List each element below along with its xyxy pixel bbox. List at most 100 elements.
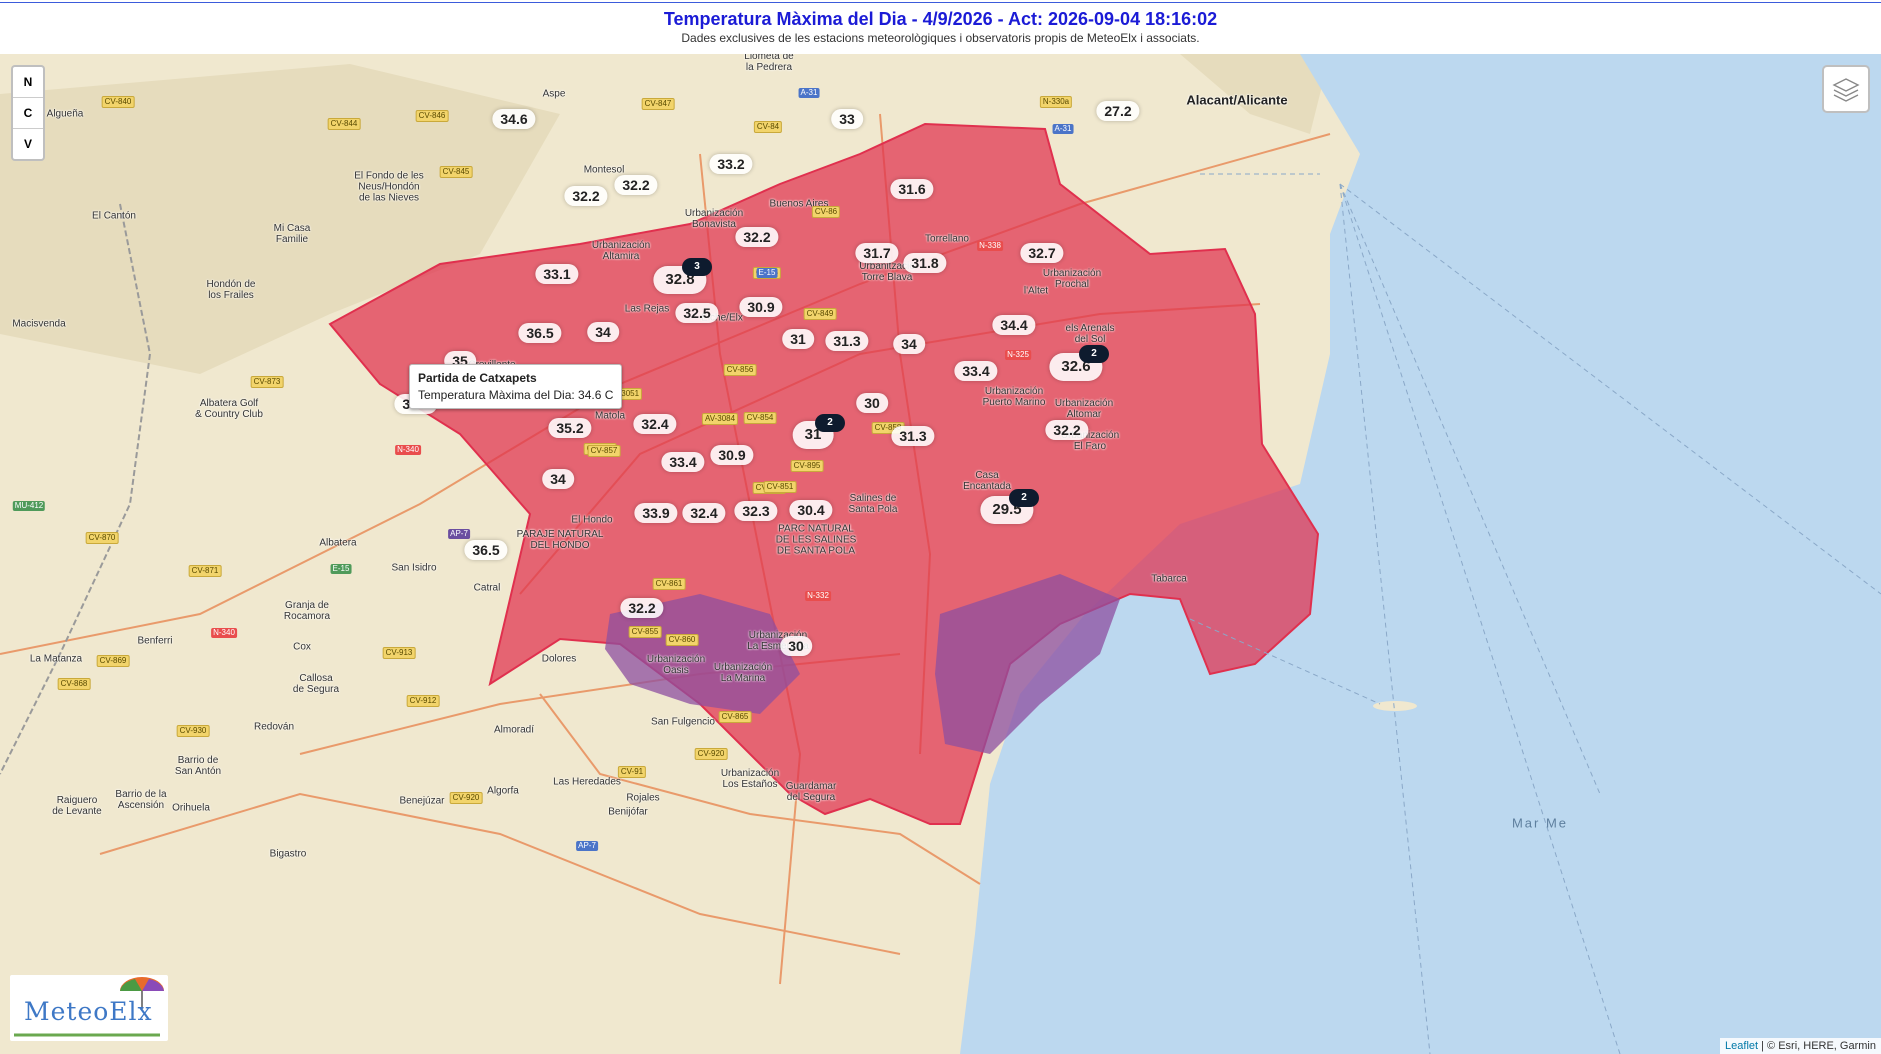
- temperature-marker[interactable]: 33: [831, 109, 863, 129]
- road-shield: N-340: [211, 628, 237, 638]
- road-shield: CV-861: [652, 578, 686, 590]
- place-label-granja: Granja de Rocamora: [283, 600, 331, 622]
- temperature-marker[interactable]: 33.4: [954, 361, 998, 381]
- cluster-count-badge[interactable]: 3: [682, 258, 712, 276]
- temperature-marker[interactable]: 35.2: [548, 418, 592, 438]
- place-label-alguena: Algueña: [46, 108, 84, 120]
- place-label-bonavista: Urbanización Bonavista: [684, 208, 744, 230]
- attribution-text: | © Esri, HERE, Garmin: [1758, 1040, 1876, 1052]
- place-label-montesol: Montesol: [583, 164, 625, 176]
- temperature-marker[interactable]: 32.3: [734, 501, 778, 521]
- temperature-marker[interactable]: 32.2: [620, 598, 664, 618]
- place-label-callosa: Callosa de Segura: [292, 673, 340, 695]
- place-label-hondo_park: PARAJE NATURAL DEL HONDO: [516, 529, 604, 551]
- temperature-marker[interactable]: 32.4: [682, 503, 726, 523]
- road-shield: CV-855: [628, 626, 662, 638]
- temperature-marker[interactable]: 32.5: [675, 303, 719, 323]
- leaflet-link[interactable]: Leaflet: [1725, 1040, 1758, 1052]
- temperature-marker[interactable]: 36.5: [464, 540, 508, 560]
- road-shield: CV-870: [85, 532, 119, 544]
- road-shield: CV-920: [449, 792, 483, 804]
- cluster-count-badge[interactable]: 2: [1009, 489, 1039, 507]
- temperature-marker[interactable]: 34.4: [992, 315, 1036, 335]
- temperature-marker[interactable]: 31.7: [855, 243, 899, 263]
- road-shield: CV-847: [641, 98, 675, 110]
- place-label-estanos: Urbanización Los Estaños: [720, 768, 780, 790]
- place-label-guardamar: Guardamar del Segura: [785, 781, 837, 803]
- temperature-marker[interactable]: 34: [542, 469, 574, 489]
- temperature-marker[interactable]: 32.2: [735, 227, 779, 247]
- page-header: Temperatura Màxima del Dia - 4/9/2026 - …: [0, 8, 1881, 46]
- control-c-button[interactable]: C: [13, 98, 43, 129]
- road-shield: CV-840: [101, 96, 135, 108]
- place-label-elhondo: El Hondo: [571, 514, 613, 526]
- road-shield: CV-869: [96, 655, 130, 667]
- temperature-marker[interactable]: 32.2: [614, 175, 658, 195]
- temperature-marker[interactable]: 31.3: [825, 331, 869, 351]
- station-tooltip: Partida de Catxapets Temperatura Màxima …: [409, 364, 623, 409]
- place-label-hondon: Hondón de los Frailes: [206, 279, 256, 301]
- temperature-marker[interactable]: 32.7: [1020, 243, 1064, 263]
- road-shield: CV-844: [327, 118, 361, 130]
- temperature-marker[interactable]: 32.4: [633, 414, 677, 434]
- map-base: [0, 54, 1881, 1054]
- road-shield: CV-930: [176, 725, 210, 737]
- temperature-marker[interactable]: 36.5: [518, 323, 562, 343]
- temperature-marker[interactable]: 27.2: [1096, 101, 1140, 121]
- temperature-marker[interactable]: 34: [893, 334, 925, 354]
- logo-text: MeteoElx: [24, 997, 153, 1026]
- place-label-oasis: Urbanización Oasis: [646, 654, 706, 676]
- temperature-marker[interactable]: 31: [782, 329, 814, 349]
- road-shield: CV-913: [382, 647, 416, 659]
- road-shield: CV-868: [57, 678, 91, 690]
- place-label-almoradi: Almoradí: [493, 724, 535, 736]
- temperature-marker[interactable]: 30: [780, 636, 812, 656]
- place-label-fondo: El Fondo de les Neus/Hondón de las Nieves: [354, 170, 424, 204]
- place-label-prochal: Urbanización Prochal: [1042, 268, 1102, 290]
- road-shield: CV-895: [790, 460, 824, 472]
- layers-button[interactable]: [1822, 65, 1870, 113]
- place-label-albatera: Albatera: [319, 537, 357, 549]
- temperature-marker[interactable]: 33.9: [634, 503, 678, 523]
- temperature-marker[interactable]: 31.6: [890, 179, 934, 199]
- meteoelx-logo[interactable]: MeteoElx: [10, 975, 168, 1041]
- road-shield: CV-871: [188, 565, 222, 577]
- temperature-marker[interactable]: 30.9: [739, 297, 783, 317]
- temperature-marker[interactable]: 33.2: [709, 154, 753, 174]
- map-view[interactable]: Llometa de la Pedrera Aspe Algueña Alacant/A…: [0, 54, 1881, 1054]
- temperature-marker[interactable]: 31.8: [903, 253, 947, 273]
- road-shield: A-31: [798, 88, 820, 98]
- temperature-marker[interactable]: 31.3: [891, 426, 935, 446]
- road-shield: CV-84: [753, 121, 783, 133]
- place-label-micasa: Mi Casa Familie: [273, 223, 311, 245]
- place-label-orihuela: Orihuela: [172, 802, 210, 814]
- temperature-marker[interactable]: 30.9: [710, 445, 754, 465]
- cluster-count-badge[interactable]: 2: [1079, 345, 1109, 363]
- place-label-benijofar: Benijófar: [608, 806, 648, 818]
- road-shield: CV-854: [743, 412, 777, 424]
- temperature-marker[interactable]: 32.2: [564, 186, 608, 206]
- temperature-marker[interactable]: 32.2: [1045, 420, 1089, 440]
- page-title: Temperatura Màxima del Dia - 4/9/2026 - …: [663, 9, 1218, 29]
- temperature-marker[interactable]: 33.4: [661, 452, 705, 472]
- temperature-marker[interactable]: 30.4: [789, 500, 833, 520]
- control-n-button[interactable]: N: [13, 67, 43, 98]
- place-label-altamira: Urbanización Altamira: [591, 240, 651, 262]
- temperature-marker[interactable]: 30: [856, 393, 888, 413]
- road-shield: CV-845: [439, 166, 473, 178]
- temperature-marker[interactable]: 34: [587, 322, 619, 342]
- place-label-barrio_sanant: Barrio de San Antón: [174, 755, 222, 777]
- cluster-count-badge[interactable]: 2: [815, 414, 845, 432]
- road-shield: CV-86: [811, 206, 841, 218]
- place-label-arenals: els Arenals del Sol: [1065, 323, 1115, 345]
- place-label-sanisidro: San Isidro: [391, 562, 437, 574]
- place-label-lasheredades: Las Heredades: [553, 776, 621, 788]
- place-label-salines_park: PARC NATURAL DE LES SALINES DE SANTA POLA: [775, 523, 857, 557]
- temperature-marker[interactable]: 34.6: [492, 109, 536, 129]
- place-label-llometa: Llometa de la Pedrera: [744, 54, 794, 73]
- temperature-marker[interactable]: 33.1: [535, 264, 579, 284]
- view-control: N C V: [11, 65, 45, 161]
- road-shield: CV-846: [415, 110, 449, 122]
- place-label-tabarca: Tabarca: [1151, 573, 1187, 585]
- control-v-button[interactable]: V: [13, 129, 43, 159]
